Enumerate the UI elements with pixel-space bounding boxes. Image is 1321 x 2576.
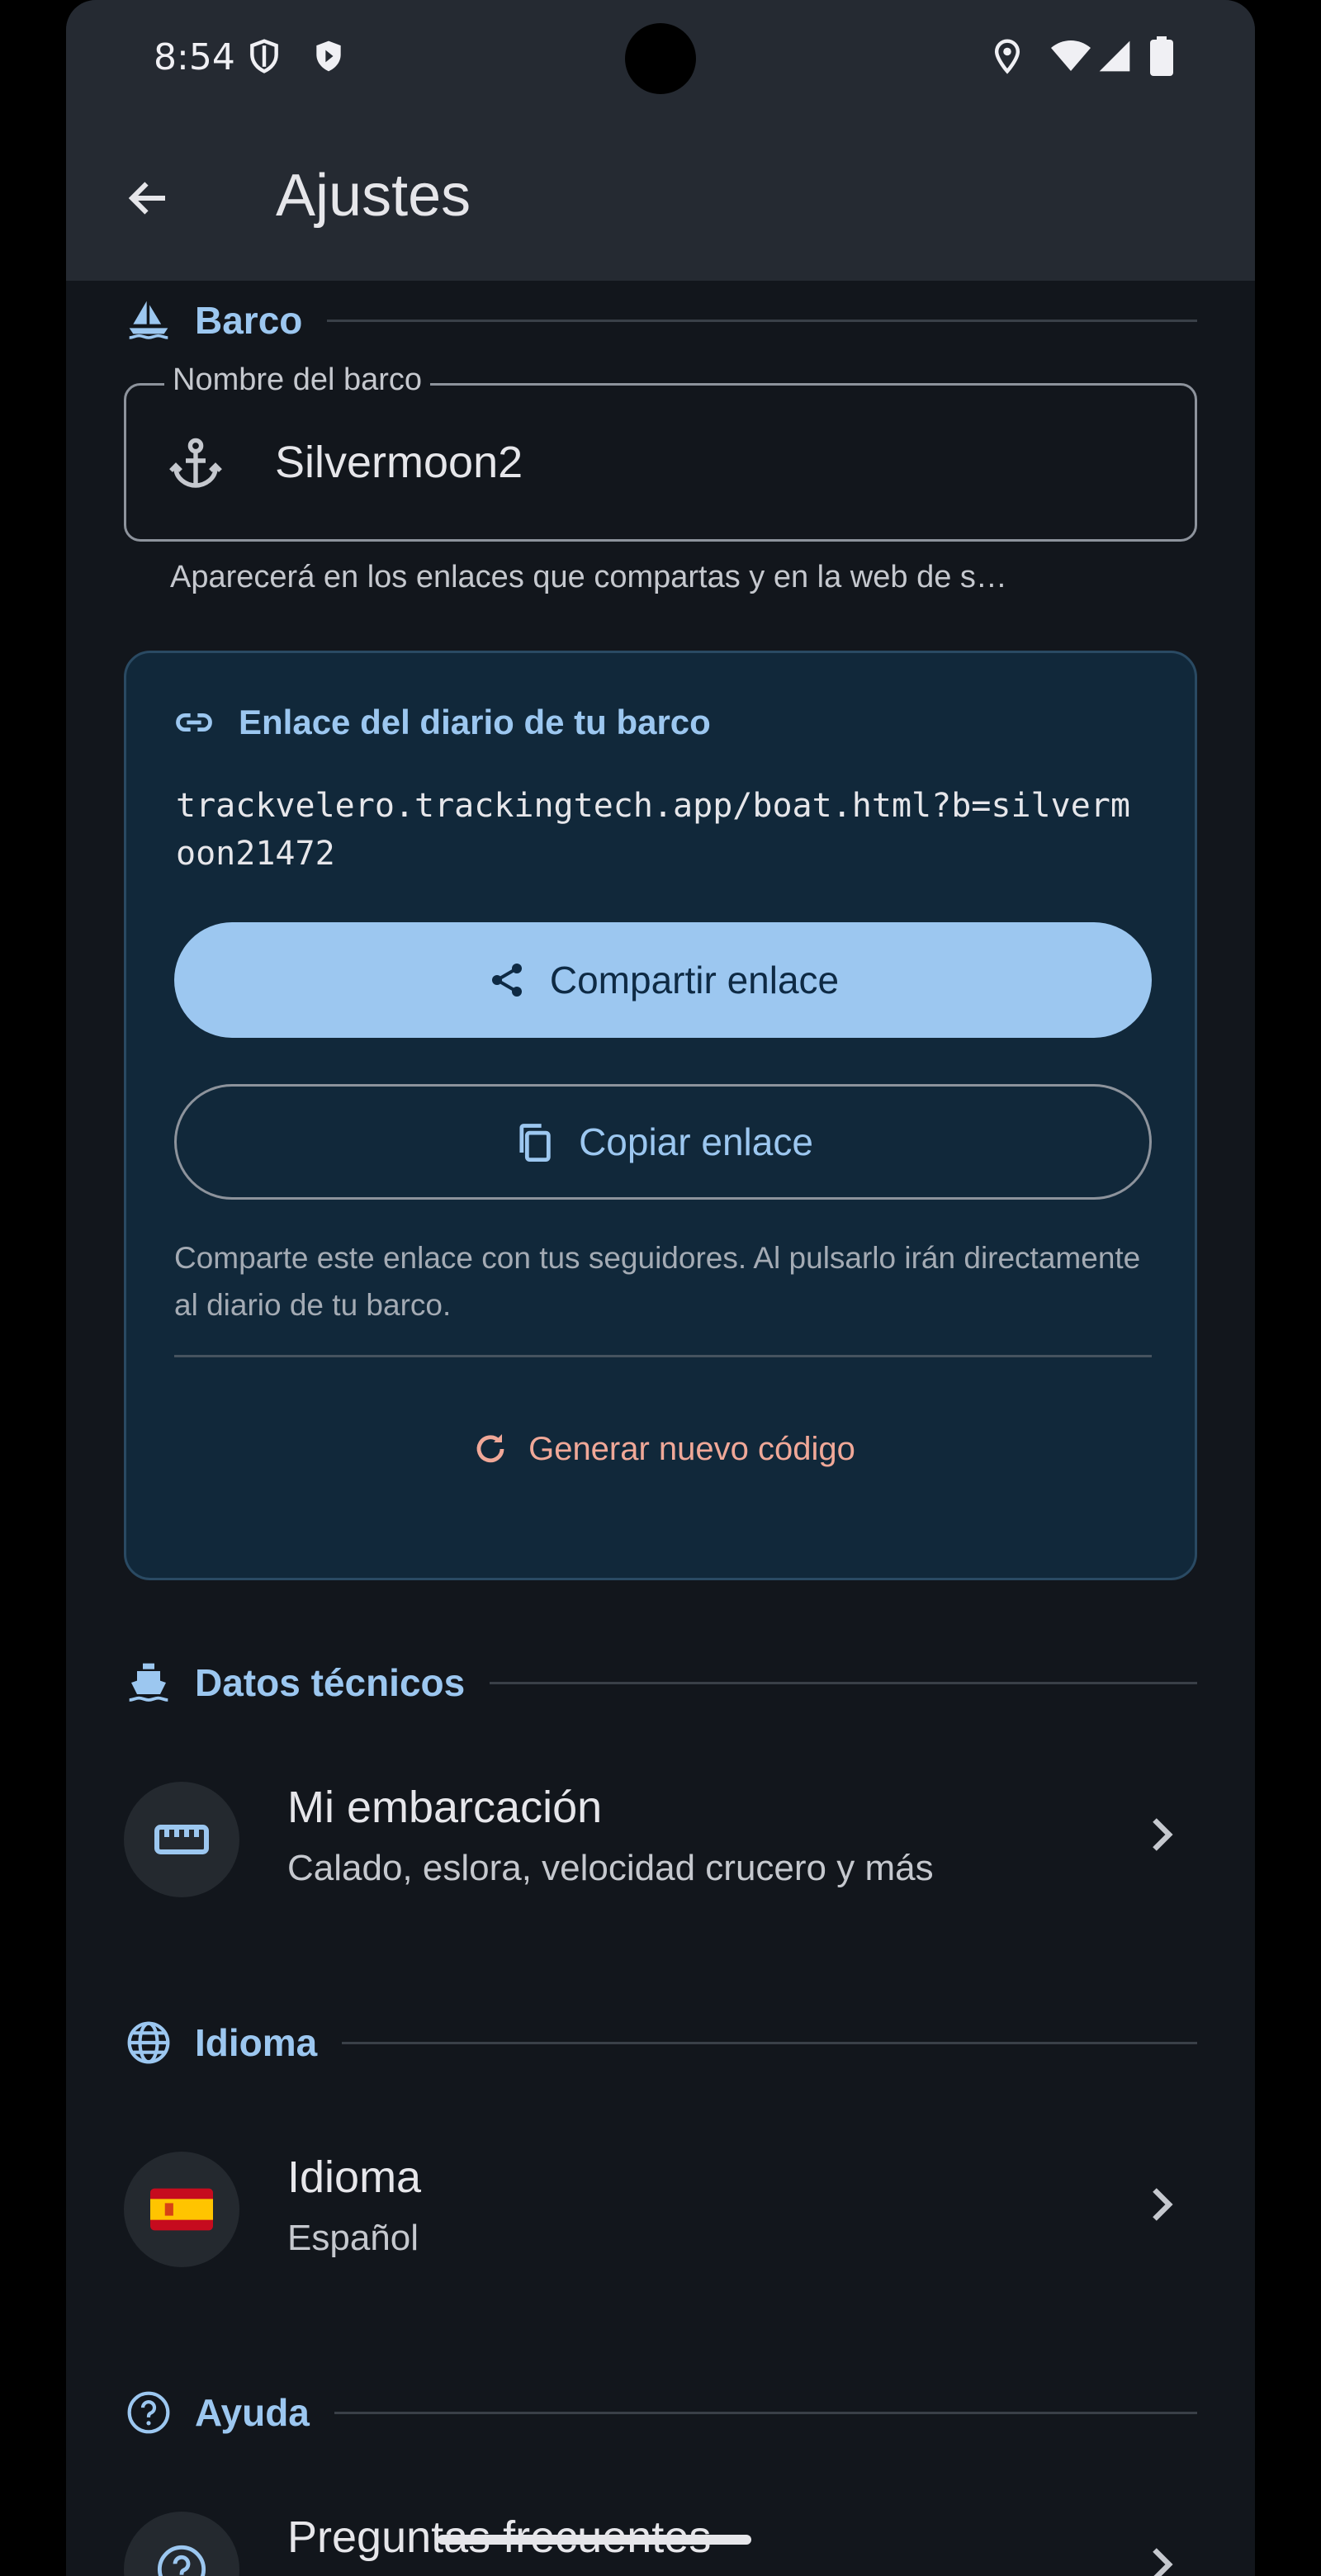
card-title: Enlace del diario de tu barco [239,703,711,741]
page-title: Ajustes [276,163,471,229]
my-vessel-item[interactable]: Mi embarcación Calado, eslora, velocidad… [124,1773,1197,1906]
language-subtitle: Español [287,2218,419,2258]
location-icon [994,39,1020,74]
back-button[interactable] [116,165,182,231]
share-icon [491,964,522,997]
spain-flag-icon [150,2188,213,2231]
globe-icon [124,2018,173,2067]
ruler-icon [154,1825,209,1854]
chevron-right-icon [1153,2188,1173,2221]
phone-screen: 8:54 Ajustes Barco Nombre del barco Silv… [66,0,1255,2576]
copy-icon [519,1124,551,1163]
ruler-avatar [124,1782,239,1897]
shield-icon [250,39,278,73]
status-time: 8:54 [154,36,235,78]
faq-avatar [124,2512,239,2576]
home-indicator[interactable] [438,2535,751,2545]
my-vessel-title: Mi embarcación [287,1783,603,1832]
help-icon [124,2388,173,2437]
signal-icon [1099,40,1130,72]
section-divider [490,1681,1197,1684]
top-app-bar: 8:54 Ajustes [66,0,1255,281]
link-helper-text: Comparte este enlace con tus seguidores.… [174,1241,1141,1322]
my-vessel-subtitle: Calado, eslora, velocidad crucero y más [287,1848,934,1888]
camera-cutout [625,23,696,94]
question-icon [157,2545,206,2576]
sailboat-icon [124,296,173,345]
card-divider [174,1355,1152,1357]
link-icon [176,713,212,732]
ship-icon [124,1658,173,1707]
section-label: Idioma [195,2021,318,2064]
anchor-icon [169,438,222,488]
section-divider [327,319,1197,322]
section-label: Datos técnicos [195,1661,466,1704]
boat-name-field[interactable]: Nombre del barco Silvermoon2 [124,362,1197,542]
battery-icon [1150,36,1173,76]
wifi-icon [1051,40,1091,71]
language-item[interactable]: Idioma Español [124,2143,1197,2275]
arrow-back-icon [128,182,165,215]
share-link-label: Compartir enlace [549,959,840,1002]
language-title: Idioma [287,2152,422,2202]
status-bar: 8:54 [66,0,1255,116]
share-link-button[interactable]: Compartir enlace [174,922,1152,1038]
section-header-barco: Barco [124,287,1197,353]
section-divider [342,2041,1197,2044]
section-label: Barco [195,299,303,342]
section-divider [334,2411,1197,2414]
chevron-right-icon [1153,1818,1173,1851]
refresh-icon [476,1434,504,1463]
copy-link-label: Copiar enlace [579,1120,813,1163]
copy-link-button[interactable]: Copiar enlace [174,1084,1152,1200]
boat-name-label: Nombre del barco [164,362,431,398]
play-protect-icon [316,40,341,72]
chevron-right-icon [1153,2548,1173,2576]
regenerate-code-label: Generar nuevo código [528,1430,855,1467]
boat-name-helper: Aparecerá en los enlaces que compartas y… [170,560,1007,594]
regenerate-code-button[interactable]: Generar nuevo código [126,1429,1200,1469]
section-header-ayuda: Ayuda [124,2379,1197,2446]
card-title-row: Enlace del diario de tu barco [173,701,711,744]
boat-link-url: trackvelero.trackingtech.app/boat.html?b… [176,787,1130,873]
section-header-datos-tecnicos: Datos técnicos [124,1650,1197,1716]
section-header-idioma: Idioma [124,2010,1197,2076]
boat-link-card: Enlace del diario de tu barco trackveler… [124,651,1197,1580]
boat-name-value: Silvermoon2 [275,438,523,487]
section-label: Ayuda [195,2391,310,2434]
flag-avatar [124,2152,239,2267]
